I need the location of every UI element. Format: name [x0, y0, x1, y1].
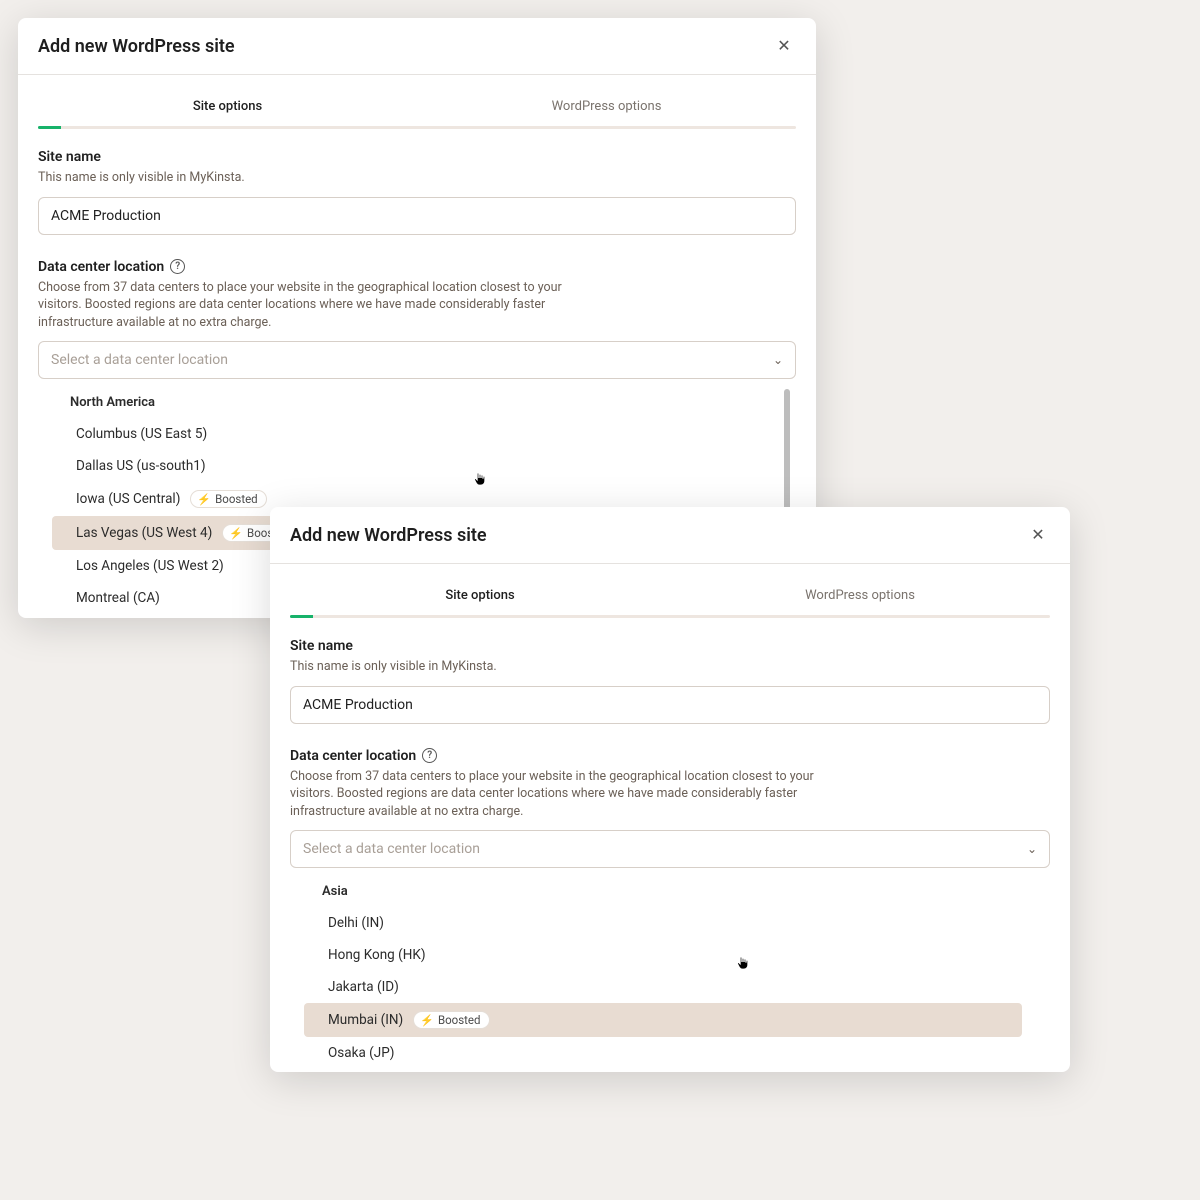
dropdown-option-label: Osaka (JP) — [328, 1045, 394, 1061]
tab-wordpress-options[interactable]: WordPress options — [417, 91, 796, 126]
help-icon[interactable]: ? — [422, 748, 437, 763]
modal-header: Add new WordPress site ✕ — [270, 507, 1070, 564]
dropdown-option-label: Montreal (CA) — [76, 590, 160, 606]
tabs: Site options WordPress options — [290, 580, 1050, 615]
dropdown-option[interactable]: Mumbai (IN) ⚡ Boosted — [304, 1003, 1022, 1037]
site-name-input[interactable] — [38, 197, 796, 235]
dropdown-option-label: Las Vegas (US West 4) — [76, 525, 212, 541]
add-site-modal: Add new WordPress site ✕ Site options Wo… — [270, 507, 1070, 1072]
progress-track — [290, 615, 1050, 618]
dropdown-option[interactable]: Osaka (JP) — [300, 1037, 1026, 1069]
site-name-label: Site name — [290, 638, 1050, 654]
close-icon: ✕ — [777, 36, 790, 56]
datacenter-label-text: Data center location — [38, 259, 164, 275]
progress-fill — [38, 126, 61, 129]
tab-wordpress-options[interactable]: WordPress options — [670, 580, 1050, 615]
tabs: Site options WordPress options — [38, 91, 796, 126]
close-icon: ✕ — [1031, 525, 1044, 545]
close-button[interactable]: ✕ — [772, 34, 796, 58]
dropdown-option[interactable]: Hong Kong (HK) — [300, 939, 1026, 971]
datacenter-dropdown: Asia Delhi (IN) Hong Kong (HK) Jakarta (ID… — [300, 872, 1050, 1072]
close-button[interactable]: ✕ — [1026, 523, 1050, 547]
site-name-desc: This name is only visible in MyKinsta. — [290, 658, 850, 676]
chevron-down-icon: ⌄ — [1027, 842, 1037, 856]
dropdown-option-label: Delhi (IN) — [328, 915, 384, 931]
boosted-badge-text: Boosted — [215, 492, 258, 506]
dropdown-option-label: Hong Kong (HK) — [328, 947, 426, 963]
boosted-badge: ⚡ Boosted — [413, 1011, 489, 1029]
dropdown-option-label: Jakarta (ID) — [328, 979, 399, 995]
dropdown-option-label: Columbus (US East 5) — [76, 426, 207, 442]
dropdown-option-label: Mumbai (IN) — [328, 1012, 403, 1028]
dropdown-group-header: Asia — [300, 872, 1026, 907]
boosted-badge: ⚡ Boosted — [190, 490, 266, 508]
dropdown-option[interactable]: Delhi (IN) — [300, 907, 1026, 939]
datacenter-select[interactable]: Select a data center location ⌄ — [38, 341, 796, 379]
datacenter-label: Data center location ? — [38, 259, 796, 275]
bolt-icon: ⚡ — [197, 494, 211, 505]
dropdown-option-label: Dallas US (us-south1) — [76, 458, 206, 474]
dropdown-option[interactable]: Seoul (KR) — [300, 1069, 1026, 1072]
dropdown-option[interactable]: Dallas US (us-south1) — [48, 450, 772, 482]
site-name-input[interactable] — [290, 686, 1050, 724]
datacenter-desc: Choose from 37 data centers to place you… — [38, 279, 598, 332]
datacenter-placeholder: Select a data center location — [51, 352, 228, 368]
bolt-icon: ⚡ — [420, 1015, 434, 1026]
progress-track — [38, 126, 796, 129]
modal-title: Add new WordPress site — [38, 36, 235, 57]
boosted-badge-text: Boosted — [438, 1013, 481, 1027]
datacenter-label-text: Data center location — [290, 748, 416, 764]
datacenter-label: Data center location ? — [290, 748, 1050, 764]
progress-fill — [290, 615, 313, 618]
dropdown-option-label: Los Angeles (US West 2) — [76, 558, 224, 574]
site-name-label: Site name — [38, 149, 796, 165]
help-icon[interactable]: ? — [170, 259, 185, 274]
dropdown-option[interactable]: Columbus (US East 5) — [48, 418, 772, 450]
site-name-desc: This name is only visible in MyKinsta. — [38, 169, 598, 187]
modal-header: Add new WordPress site ✕ — [18, 18, 816, 75]
tab-site-options[interactable]: Site options — [290, 580, 670, 615]
datacenter-desc: Choose from 37 data centers to place you… — [290, 768, 850, 821]
dropdown-group-header: North America — [48, 383, 772, 418]
tab-site-options[interactable]: Site options — [38, 91, 417, 126]
dropdown-option[interactable]: Jakarta (ID) — [300, 971, 1026, 1003]
datacenter-select[interactable]: Select a data center location ⌄ — [290, 830, 1050, 868]
chevron-down-icon: ⌄ — [773, 353, 783, 367]
modal-title: Add new WordPress site — [290, 525, 487, 546]
datacenter-placeholder: Select a data center location — [303, 841, 480, 857]
bolt-icon: ⚡ — [229, 528, 243, 539]
dropdown-option-label: Iowa (US Central) — [76, 491, 180, 507]
